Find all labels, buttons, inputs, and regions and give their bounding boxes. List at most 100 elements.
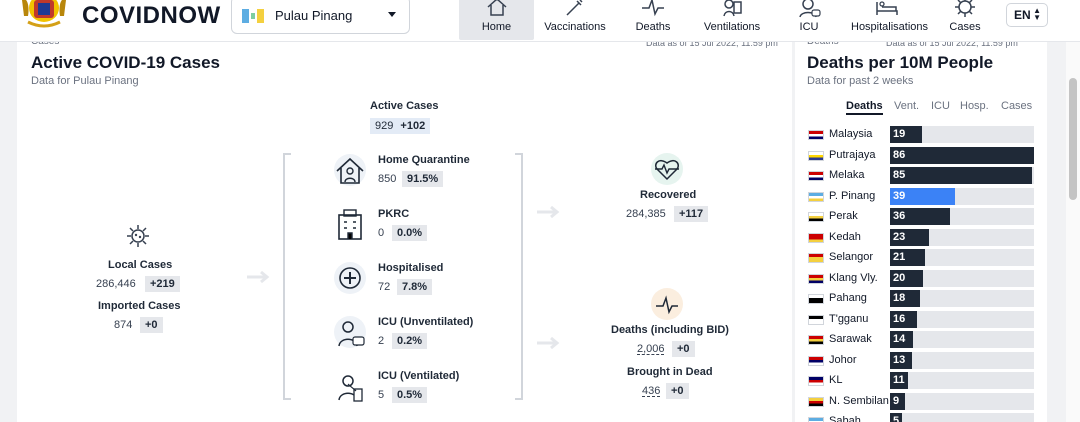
rank-row-track[interactable]: 14	[890, 331, 1034, 348]
rank-row-track[interactable]: 20	[890, 269, 1034, 287]
icu-ventilated-value: 5	[378, 389, 385, 401]
icu-icon	[799, 0, 821, 18]
flag-icon-sarawak	[808, 335, 824, 345]
rank-row-track[interactable]: 9	[890, 392, 1034, 410]
nav-ventilations[interactable]: Ventilations	[700, 0, 764, 40]
flag-icon-n-sembilan	[808, 396, 824, 407]
pkrc-value: 0	[378, 227, 385, 239]
rank-row-value: 23	[893, 230, 906, 243]
rank-row-track[interactable]: 18	[890, 290, 1034, 307]
language-selector[interactable]: EN ▲ ▼	[1006, 3, 1048, 27]
nav-vaccinations[interactable]: Vaccinations	[542, 0, 608, 40]
brand-title[interactable]: COVIDNOW	[82, 0, 221, 34]
rank-row-track[interactable]: 39	[890, 187, 1034, 205]
breakdown-bracket-left	[283, 153, 291, 400]
rank-row-name: Sarawak	[829, 333, 872, 345]
imported-cases-delta: +0	[140, 317, 163, 333]
imported-cases-value: 874	[114, 319, 133, 331]
nav-icu-label: ICU	[799, 21, 819, 33]
tab-deaths[interactable]: Deaths	[846, 100, 883, 115]
nav-deaths-label: Deaths	[635, 21, 671, 33]
active-cases-label: Active Cases	[370, 100, 439, 112]
rank-row-name: P. Pinang	[829, 189, 876, 202]
hospital-cross-icon	[334, 262, 366, 294]
tab-icu[interactable]: ICU	[931, 100, 950, 112]
recovered-delta: +117	[674, 206, 709, 222]
rank-row-track[interactable]: 19	[890, 126, 1034, 143]
rank-row-bar	[890, 167, 1033, 184]
nav-cases[interactable]: Cases	[946, 0, 984, 40]
page-scrollbar[interactable]	[1066, 42, 1080, 422]
flag-icon-putrajaya	[808, 150, 824, 161]
language-value: EN	[1014, 8, 1031, 22]
rank-row-track[interactable]: 36	[890, 208, 1034, 225]
imported-cases-label: Imported Cases	[98, 300, 181, 312]
rank-row-name: Putrajaya	[829, 148, 876, 161]
arrow-right-icon	[537, 205, 560, 219]
card-subtitle: Data for Pulau Pinang	[31, 75, 139, 87]
state-selector-value: Pulau Pinang	[275, 8, 353, 23]
nav-home[interactable]: Home	[459, 0, 534, 40]
hospitalised-label: Hospitalised	[378, 262, 444, 274]
rank-row-value: 85	[893, 169, 906, 181]
icu-patient-icon	[334, 316, 366, 348]
state-selector[interactable]: Pulau Pinang	[231, 0, 410, 34]
flag-icon-t-gganu	[808, 314, 824, 325]
rank-row-name: Selangor	[829, 251, 874, 263]
rank-row-track[interactable]: 21	[890, 249, 1034, 266]
home-quarantine-value: 850	[378, 173, 397, 185]
rank-row-track[interactable]: 5	[890, 413, 1034, 422]
syringe-icon	[566, 0, 583, 16]
rank-row-name: Sabah	[829, 415, 861, 422]
nav-hospitalisations[interactable]: Hospitalisations	[851, 0, 929, 40]
rank-row-name: KL	[829, 374, 843, 386]
active-cases-value: 929	[375, 120, 394, 132]
rank-row-value: 5	[893, 415, 900, 422]
flag-icon-p-pinang	[808, 191, 824, 202]
tab-vent[interactable]: Vent.	[894, 100, 919, 112]
rank-row-value: 16	[893, 312, 906, 325]
local-cases-value: 286,446	[96, 278, 136, 290]
rank-row-value: 20	[893, 271, 906, 284]
rank-row-name: Perak	[829, 210, 858, 222]
hospitalised-value: 72	[378, 281, 391, 293]
scrollbar-thumb[interactable]	[1069, 78, 1077, 200]
nav-deaths[interactable]: Deaths	[630, 0, 676, 40]
tab-cases[interactable]: Cases	[1001, 100, 1032, 112]
tab-hosp[interactable]: Hosp.	[960, 100, 989, 112]
pulse-icon	[642, 0, 664, 17]
rank-row-track[interactable]: 13	[890, 351, 1034, 369]
rank-row-track[interactable]: 11	[890, 372, 1034, 389]
local-cases-label: Local Cases	[108, 259, 173, 271]
flag-icon-malaysia	[808, 130, 824, 140]
side-title: Deaths per 10M People	[807, 53, 994, 72]
rank-row-name: T'gganu	[829, 312, 869, 325]
flag-icon-selangor	[808, 253, 824, 263]
rank-row-track[interactable]: 85	[890, 167, 1034, 184]
icu-unventilated-label: ICU (Unventilated)	[378, 316, 474, 328]
deaths-delta: +0	[672, 341, 695, 357]
pulse-icon	[651, 288, 683, 320]
bid-delta: +0	[666, 383, 689, 399]
rank-row-value: 86	[893, 148, 906, 161]
rank-row-track[interactable]: 16	[890, 310, 1034, 328]
deaths-label: Deaths (including BID)	[611, 324, 729, 336]
rank-row-track[interactable]: 23	[890, 228, 1034, 246]
penang-flag-icon	[242, 9, 264, 23]
rank-row-name: Pahang	[829, 292, 867, 304]
nav-icu[interactable]: ICU	[790, 0, 828, 40]
arrow-right-icon	[247, 270, 270, 284]
local-cases-delta: +219	[145, 276, 180, 292]
flag-icon-johor	[808, 355, 824, 366]
breakdown-bracket-right	[515, 153, 523, 400]
malaysia-crest-logo[interactable]	[18, 0, 70, 34]
home-icon	[487, 0, 506, 16]
up-down-chevron-icon: ▲ ▼	[1033, 6, 1041, 22]
nav-ventilations-label: Ventilations	[703, 21, 761, 33]
nav-hospitalisations-label: Hospitalisations	[851, 21, 929, 33]
rank-row-track[interactable]: 86	[890, 146, 1034, 164]
nav-vaccinations-label: Vaccinations	[544, 21, 606, 33]
card-title: Active COVID-19 Cases	[31, 53, 220, 72]
rank-row-name: Johor	[829, 353, 857, 366]
side-subtitle: Data for past 2 weeks	[807, 75, 914, 87]
